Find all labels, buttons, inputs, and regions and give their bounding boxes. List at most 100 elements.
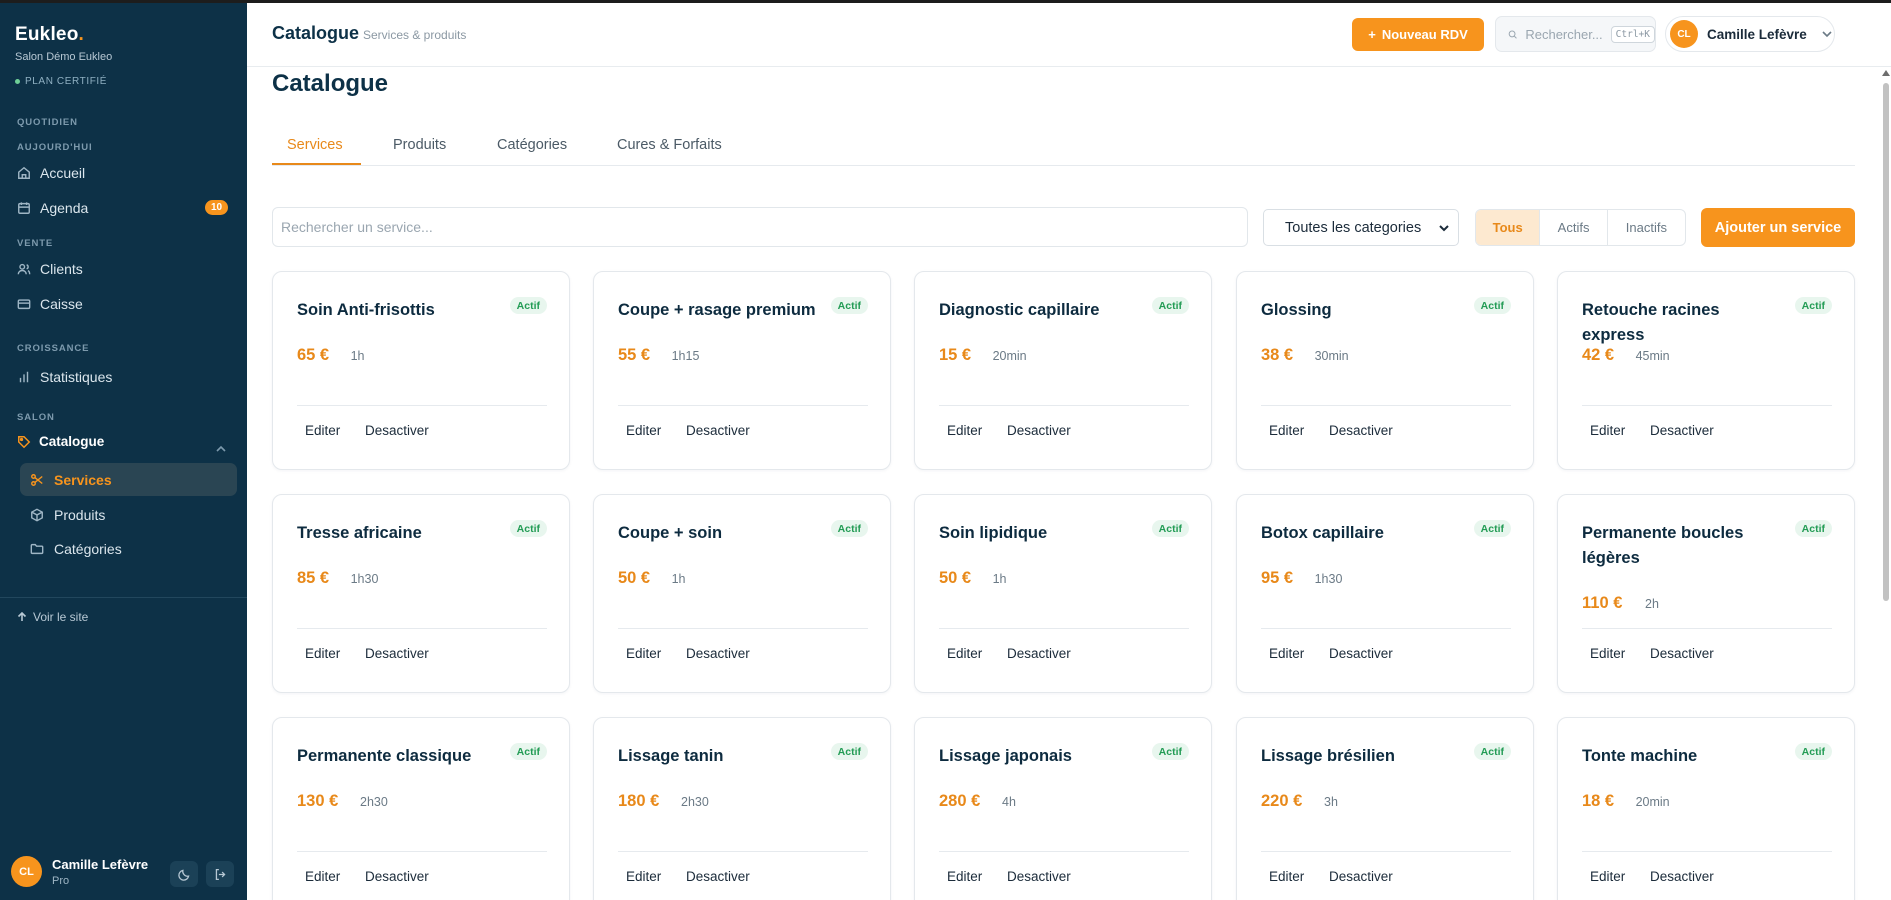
filter-tous[interactable]: Tous bbox=[1476, 210, 1540, 245]
edit-button[interactable]: Editer bbox=[626, 646, 661, 661]
deactivate-button[interactable]: Desactiver bbox=[1329, 646, 1393, 661]
sidebar-item-statistiques[interactable]: Statistiques bbox=[17, 366, 112, 388]
service-card[interactable]: Coupe + rasage premium Actif 55 € 1h15 Edite… bbox=[593, 271, 891, 470]
tab-services[interactable]: Services bbox=[287, 137, 343, 153]
service-card[interactable]: Botox capillaire Actif 95 € 1h30 Editer Desac… bbox=[1236, 494, 1534, 693]
edit-button[interactable]: Editer bbox=[947, 646, 982, 661]
deactivate-button[interactable]: Desactiver bbox=[1007, 423, 1071, 438]
global-search-placeholder: Rechercher... bbox=[1525, 26, 1603, 42]
service-card[interactable]: Soin Anti-frisottis Actif 65 € 1h Editer Desa… bbox=[272, 271, 570, 470]
filter-inactifs[interactable]: Inactifs bbox=[1606, 210, 1685, 245]
service-search-input[interactable]: Rechercher un service... bbox=[272, 207, 1248, 247]
service-card[interactable]: Permanente classique Actif 130 € 2h30 Editer… bbox=[272, 717, 570, 900]
status-dot-icon bbox=[15, 79, 20, 84]
deactivate-button[interactable]: Desactiver bbox=[1329, 423, 1393, 438]
edit-button[interactable]: Editer bbox=[305, 646, 340, 661]
logout-button[interactable] bbox=[206, 861, 234, 887]
edit-button[interactable]: Editer bbox=[1269, 423, 1304, 438]
service-card[interactable]: Glossing Actif 38 € 30min Editer Desactiver bbox=[1236, 271, 1534, 470]
global-search[interactable]: Rechercher... Ctrl+K bbox=[1495, 16, 1656, 52]
service-duration: 1h30 bbox=[1314, 572, 1343, 586]
status-badge: Actif bbox=[1794, 520, 1832, 537]
section-aujourdhui: AUJOURD'HUI bbox=[17, 142, 93, 153]
service-name: Botox capillaire bbox=[1261, 524, 1384, 542]
main-scrollbar[interactable] bbox=[1881, 67, 1891, 900]
service-name: Soin lipidique bbox=[939, 524, 1048, 542]
tab-cures-forfaits[interactable]: Cures & Forfaits bbox=[617, 137, 722, 153]
visit-site-link[interactable]: Voir le site bbox=[17, 610, 88, 624]
card-divider bbox=[297, 628, 547, 629]
deactivate-button[interactable]: Desactiver bbox=[1007, 646, 1071, 661]
deactivate-button[interactable]: Desactiver bbox=[1650, 646, 1714, 661]
theme-toggle-button[interactable] bbox=[170, 861, 198, 887]
service-card[interactable]: Soin lipidique Actif 50 € 1h Editer Desactive… bbox=[914, 494, 1212, 693]
edit-button[interactable]: Editer bbox=[947, 423, 982, 438]
edit-button[interactable]: Editer bbox=[1590, 646, 1625, 661]
sidebar-group-catalogue[interactable]: Catalogue bbox=[17, 434, 104, 449]
service-card[interactable]: Tresse africaine Actif 85 € 1h30 Editer Desac… bbox=[272, 494, 570, 693]
service-card[interactable]: Lissage brésilien Actif 220 € 3h Editer Desac… bbox=[1236, 717, 1534, 900]
deactivate-button[interactable]: Desactiver bbox=[1007, 869, 1071, 884]
service-duration: 1h30 bbox=[350, 572, 379, 586]
status-badge: Actif bbox=[1794, 297, 1832, 314]
deactivate-button[interactable]: Desactiver bbox=[686, 646, 750, 661]
tab-categories[interactable]: Catégories bbox=[497, 137, 567, 153]
sidebar-item-clients[interactable]: Clients bbox=[17, 258, 83, 280]
tab-produits[interactable]: Produits bbox=[393, 137, 446, 153]
deactivate-button[interactable]: Desactiver bbox=[365, 869, 429, 884]
chevron-down-icon bbox=[1439, 225, 1449, 232]
home-icon bbox=[18, 166, 30, 179]
header-title: Catalogue bbox=[272, 23, 360, 43]
scrollbar-thumb[interactable] bbox=[1883, 83, 1889, 601]
card-divider bbox=[1261, 628, 1511, 629]
service-card[interactable]: Permanente boucles légères Actif 110 € 2h Ed… bbox=[1557, 494, 1855, 693]
sidebar-item-caisse[interactable]: Caisse bbox=[17, 293, 83, 315]
card-divider bbox=[1261, 851, 1511, 852]
edit-button[interactable]: Editer bbox=[947, 869, 982, 884]
logout-icon bbox=[215, 868, 225, 880]
section-croissance: CROISSANCE bbox=[17, 343, 90, 354]
service-card[interactable]: Coupe + soin Actif 50 € 1h Editer Desactiver bbox=[593, 494, 891, 693]
section-quotidien: QUOTIDIEN bbox=[17, 117, 78, 128]
service-card[interactable]: Diagnostic capillaire Actif 15 € 20min Edite… bbox=[914, 271, 1212, 470]
edit-button[interactable]: Editer bbox=[626, 869, 661, 884]
scroll-up-icon[interactable] bbox=[1882, 70, 1890, 76]
edit-button[interactable]: Editer bbox=[1590, 869, 1625, 884]
deactivate-button[interactable]: Desactiver bbox=[1650, 869, 1714, 884]
sidebar-item-categories[interactable]: Catégories bbox=[20, 532, 237, 565]
edit-button[interactable]: Editer bbox=[1269, 646, 1304, 661]
sidebar-item-accueil[interactable]: Accueil bbox=[17, 162, 85, 184]
service-card[interactable]: Lissage japonais Actif 280 € 4h Editer Desact… bbox=[914, 717, 1212, 900]
box-icon bbox=[31, 508, 43, 521]
sidebar-item-services[interactable]: Services bbox=[20, 463, 237, 496]
deactivate-button[interactable]: Desactiver bbox=[365, 646, 429, 661]
sidebar-item-produits[interactable]: Produits bbox=[20, 498, 237, 531]
new-appointment-button[interactable]: + Nouveau RDV bbox=[1352, 18, 1484, 51]
edit-button[interactable]: Editer bbox=[1269, 869, 1304, 884]
card-divider bbox=[1582, 405, 1832, 406]
service-card[interactable]: Tonte machine Actif 18 € 20min Editer Desacti… bbox=[1557, 717, 1855, 900]
brand-logo[interactable]: Eukleo. bbox=[15, 24, 84, 46]
deactivate-button[interactable]: Desactiver bbox=[686, 423, 750, 438]
deactivate-button[interactable]: Desactiver bbox=[365, 423, 429, 438]
edit-button[interactable]: Editer bbox=[305, 869, 340, 884]
service-card[interactable]: Lissage tanin Actif 180 € 2h30 Editer Desacti… bbox=[593, 717, 891, 900]
filter-actifs[interactable]: Actifs bbox=[1539, 210, 1606, 245]
service-name: Lissage brésilien bbox=[1261, 747, 1395, 765]
deactivate-button[interactable]: Desactiver bbox=[1650, 423, 1714, 438]
calendar-icon bbox=[18, 202, 30, 214]
edit-button[interactable]: Editer bbox=[626, 423, 661, 438]
edit-button[interactable]: Editer bbox=[305, 423, 340, 438]
user-menu[interactable]: CL Camille Lefèvre bbox=[1665, 16, 1835, 52]
sidebar-user[interactable]: CL Camille Lefèvre Pro bbox=[11, 856, 148, 887]
deactivate-button[interactable]: Desactiver bbox=[1329, 869, 1393, 884]
category-select[interactable]: Toutes les categories bbox=[1263, 209, 1459, 246]
service-price: 95 € bbox=[1261, 569, 1294, 587]
sidebar-item-agenda[interactable]: Agenda bbox=[17, 197, 88, 219]
edit-button[interactable]: Editer bbox=[1590, 423, 1625, 438]
service-card[interactable]: Retouche racines express Actif 42 € 45min Ed… bbox=[1557, 271, 1855, 470]
deactivate-button[interactable]: Desactiver bbox=[686, 869, 750, 884]
chevron-up-icon[interactable] bbox=[216, 440, 226, 452]
sidebar: Eukleo. Salon Démo Eukleo PLAN CERTIFIÉ … bbox=[0, 0, 247, 900]
add-service-button[interactable]: Ajouter un service bbox=[1701, 208, 1855, 247]
